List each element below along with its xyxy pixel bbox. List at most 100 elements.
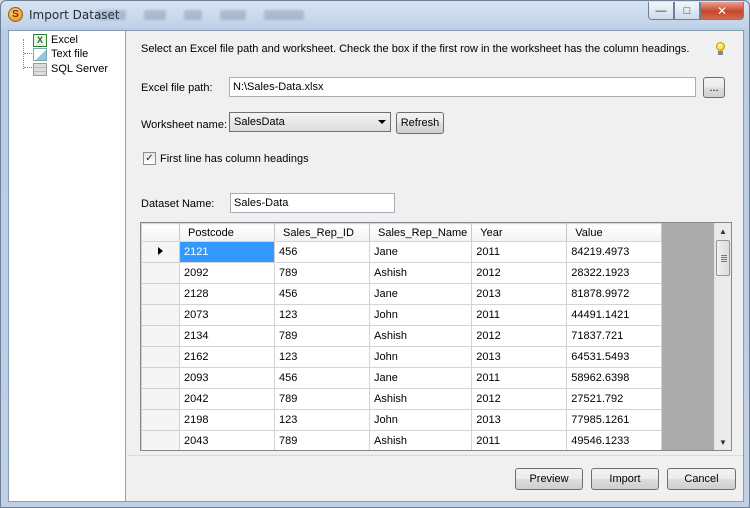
table-cell[interactable]: 2042 [179,388,275,410]
table-cell[interactable]: 2073 [179,304,275,326]
column-header[interactable]: Sales_Rep_ID [274,223,370,242]
table-cell[interactable]: 789 [274,262,370,284]
table-cell[interactable]: 2011 [471,304,568,326]
table-cell[interactable]: 71837.721 [566,325,663,347]
data-preview-grid[interactable]: Postcode Sales_Rep_ID Sales_Rep_Name Yea… [140,222,732,451]
table-cell[interactable]: 2162 [179,346,275,368]
column-header[interactable]: Value [566,223,663,242]
refresh-button[interactable]: Refresh [396,112,444,134]
table-cell[interactable]: Jane [368,283,473,305]
table-cell[interactable]: 456 [274,367,370,389]
table-row[interactable]: 2092 789 Ashish 2012 28322.1923 [141,262,663,284]
row-header[interactable] [141,283,180,305]
table-row[interactable]: 2073 123 John 2011 44491.1421 [141,304,663,326]
browse-button[interactable]: ... [703,77,725,98]
row-header[interactable] [141,304,180,326]
table-cell[interactable]: 58962.6398 [566,367,663,389]
table-row[interactable]: 2042 789 Ashish 2012 27521.792 [141,388,663,410]
grip-icon [721,255,727,262]
maximize-button[interactable]: □ [674,2,700,20]
source-type-tree: X Excel Text file SQL Server [9,31,126,501]
table-cell[interactable]: 2011 [471,241,568,263]
row-header[interactable] [141,430,180,450]
table-cell[interactable]: John [368,409,473,431]
row-header[interactable] [141,346,180,368]
import-button[interactable]: Import [591,468,659,490]
table-cell[interactable]: 49546.1233 [566,430,663,450]
minimize-button[interactable]: — [648,2,674,20]
current-row-pointer-icon [158,247,163,255]
table-cell[interactable]: Jane [368,367,473,389]
table-row[interactable]: 2121 456 Jane 2011 84219.4973 [141,241,663,263]
table-row[interactable]: 2134 789 Ashish 2012 71837.721 [141,325,663,347]
table-cell[interactable]: Jane [368,241,473,263]
scrollbar-thumb[interactable] [716,240,730,276]
row-header[interactable] [141,388,180,410]
row-header[interactable] [141,262,180,284]
table-cell[interactable]: 456 [274,283,370,305]
table-cell[interactable]: 456 [274,241,370,263]
cancel-button[interactable]: Cancel [667,468,736,490]
table-cell[interactable]: 2012 [471,388,568,410]
row-header[interactable] [141,325,180,347]
tree-item-excel[interactable]: X Excel [33,33,78,47]
table-cell[interactable]: 27521.792 [566,388,663,410]
table-cell[interactable]: 2013 [471,283,568,305]
table-cell[interactable]: 2093 [179,367,275,389]
column-header[interactable]: Sales_Rep_Name [368,223,473,242]
table-row[interactable]: 2162 123 John 2013 64531.5493 [141,346,663,368]
row-header[interactable] [141,367,180,389]
table-cell[interactable]: 77985.1261 [566,409,663,431]
table-cell[interactable]: 2013 [471,346,568,368]
table-cell[interactable]: 2011 [471,367,568,389]
table-cell[interactable]: 2134 [179,325,275,347]
table-cell[interactable]: 789 [274,388,370,410]
table-cell[interactable]: 789 [274,325,370,347]
table-cell[interactable]: 123 [274,409,370,431]
column-header[interactable]: Year [471,223,568,242]
table-cell[interactable]: 123 [274,304,370,326]
table-cell[interactable]: 2011 [471,430,568,450]
table-row[interactable]: 2093 456 Jane 2011 58962.6398 [141,367,663,389]
table-cell[interactable]: 2198 [179,409,275,431]
table-cell[interactable]: 2012 [471,325,568,347]
table-cell[interactable]: Ashish [368,388,473,410]
scroll-up-icon[interactable]: ▲ [715,223,731,239]
worksheet-select[interactable]: SalesData [229,112,391,132]
table-cell[interactable]: 44491.1421 [566,304,663,326]
lightbulb-icon[interactable] [716,42,726,56]
table-cell[interactable]: 81878.9972 [566,283,663,305]
close-button[interactable]: ✕ [700,2,744,20]
table-cell[interactable]: John [368,346,473,368]
row-header[interactable] [141,409,180,431]
table-cell[interactable]: 2043 [179,430,275,450]
table-cell[interactable]: 84219.4973 [566,241,663,263]
tree-item-text-file[interactable]: Text file [33,47,88,61]
table-row[interactable]: 2043 789 Ashish 2011 49546.1233 [141,430,663,450]
table-cell[interactable]: 64531.5493 [566,346,663,368]
table-cell[interactable]: 2092 [179,262,275,284]
table-cell[interactable]: 28322.1923 [566,262,663,284]
table-cell[interactable]: 2121 [179,241,275,263]
scroll-down-icon[interactable]: ▼ [715,434,731,450]
table-cell[interactable]: Ashish [368,325,473,347]
first-line-headings-checkbox[interactable]: ✓ [143,152,156,165]
vertical-scrollbar[interactable]: ▲ ▼ [714,223,731,450]
tree-item-sql-server[interactable]: SQL Server [33,62,108,76]
table-cell[interactable]: 2128 [179,283,275,305]
table-cell[interactable]: 2012 [471,262,568,284]
table-cell[interactable]: Ashish [368,430,473,450]
table-row[interactable]: 2198 123 John 2013 77985.1261 [141,409,663,431]
table-cell[interactable]: 123 [274,346,370,368]
table-row[interactable]: 2128 456 Jane 2013 81878.9972 [141,283,663,305]
table-cell[interactable]: 789 [274,430,370,450]
table-cell[interactable]: 2013 [471,409,568,431]
column-header[interactable]: Postcode [179,223,275,242]
row-header[interactable] [141,241,180,263]
excel-path-input[interactable]: N:\Sales-Data.xlsx [229,77,696,97]
preview-button[interactable]: Preview [515,468,583,490]
close-icon: ✕ [716,3,728,18]
table-cell[interactable]: Ashish [368,262,473,284]
table-cell[interactable]: John [368,304,473,326]
dataset-name-input[interactable]: Sales-Data [230,193,395,213]
